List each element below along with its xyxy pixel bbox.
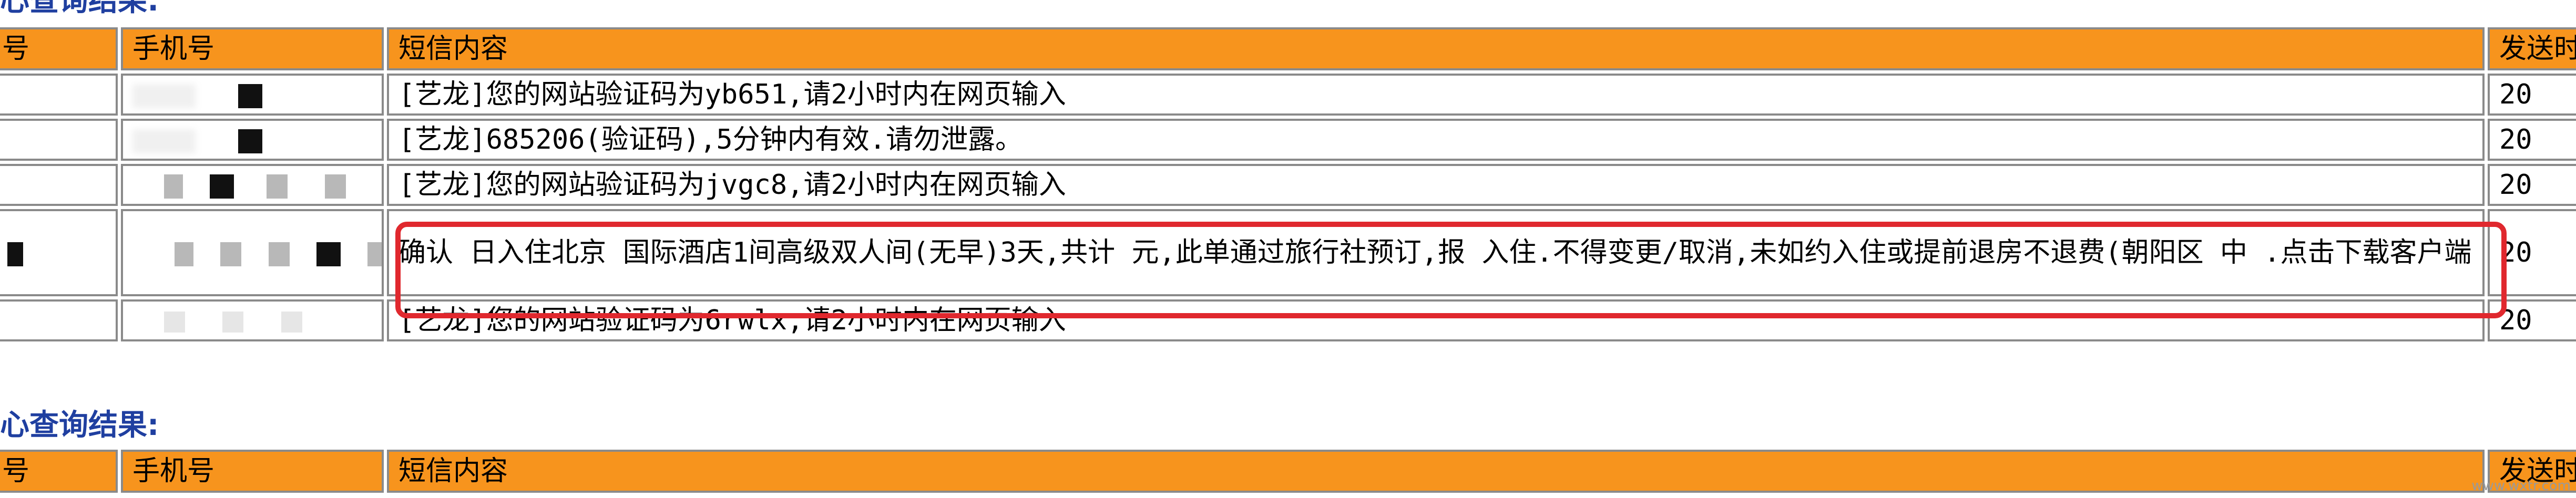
phone-cell — [121, 299, 384, 341]
table-header-row: 号 手机号 短信内容 发送时 — [0, 27, 2576, 70]
header-content: 短信内容 — [387, 27, 2485, 70]
id-cell — [0, 119, 118, 161]
content-cell: 确认 日入住北京 国际酒店1间高级双人间(无早)3天,共计 元,此单通过旅行社预… — [387, 209, 2485, 296]
table-row: [艺龙]您的网站验证码为yb651,请2小时内在网页输入 20 — [0, 74, 2576, 116]
send-time-cell: 20 — [2488, 164, 2576, 206]
section-title: 心查询结果: — [0, 0, 159, 18]
table-row: [艺龙]您的网站验证码为6rwlx,请2小时内在网页输入 20 — [0, 299, 2576, 341]
redaction-block — [7, 242, 23, 266]
phone-cell — [121, 209, 384, 296]
content-cell: [艺龙]您的网站验证码为yb651,请2小时内在网页输入 — [387, 74, 2485, 116]
send-time-cell: 20 — [2488, 119, 2576, 161]
header-phone: 手机号 — [121, 27, 384, 70]
table-row: [艺龙]685206(验证码),5分钟内有效.请勿泄露。 20 — [0, 119, 2576, 161]
header-id: 号 — [0, 450, 118, 493]
id-cell — [0, 209, 118, 296]
header-send-time: 发送时 — [2488, 27, 2576, 70]
send-time-cell: 20 — [2488, 74, 2576, 116]
sms-results-table: 号 手机号 短信内容 发送时 — [0, 447, 2576, 496]
send-time-cell: 20 — [2488, 209, 2576, 296]
content-cell: [艺龙]您的网站验证码为jvgc8,请2小时内在网页输入 — [387, 164, 2485, 206]
header-id: 号 — [0, 27, 118, 70]
id-cell — [0, 74, 118, 116]
phone-cell — [121, 119, 384, 161]
sms-results-table: 号 手机号 短信内容 发送时 [艺龙]您的网站验证码为yb651,请2小时内在网… — [0, 24, 2576, 345]
header-phone: 手机号 — [121, 450, 384, 493]
table-header-row: 号 手机号 短信内容 发送时 — [0, 450, 2576, 493]
redaction-block — [210, 174, 234, 199]
id-cell — [0, 164, 118, 206]
table-row-highlighted: 确认 日入住北京 国际酒店1间高级双人间(无早)3天,共计 元,此单通过旅行社预… — [0, 209, 2576, 296]
send-time-cell: 20 — [2488, 299, 2576, 341]
content-cell: [艺龙]您的网站验证码为6rwlx,请2小时内在网页输入 — [387, 299, 2485, 341]
phone-cell — [121, 74, 384, 116]
watermark: www.wxtr.com — [2471, 478, 2571, 494]
content-cell: [艺龙]685206(验证码),5分钟内有效.请勿泄露。 — [387, 119, 2485, 161]
table-row: [艺龙]您的网站验证码为jvgc8,请2小时内在网页输入 20 — [0, 164, 2576, 206]
phone-cell — [121, 164, 384, 206]
id-cell — [0, 299, 118, 341]
header-content: 短信内容 — [387, 450, 2485, 493]
redaction-block — [238, 129, 263, 153]
redaction-block — [238, 84, 263, 108]
redaction-block — [316, 242, 341, 266]
section-title: 心查询结果: — [0, 408, 159, 442]
